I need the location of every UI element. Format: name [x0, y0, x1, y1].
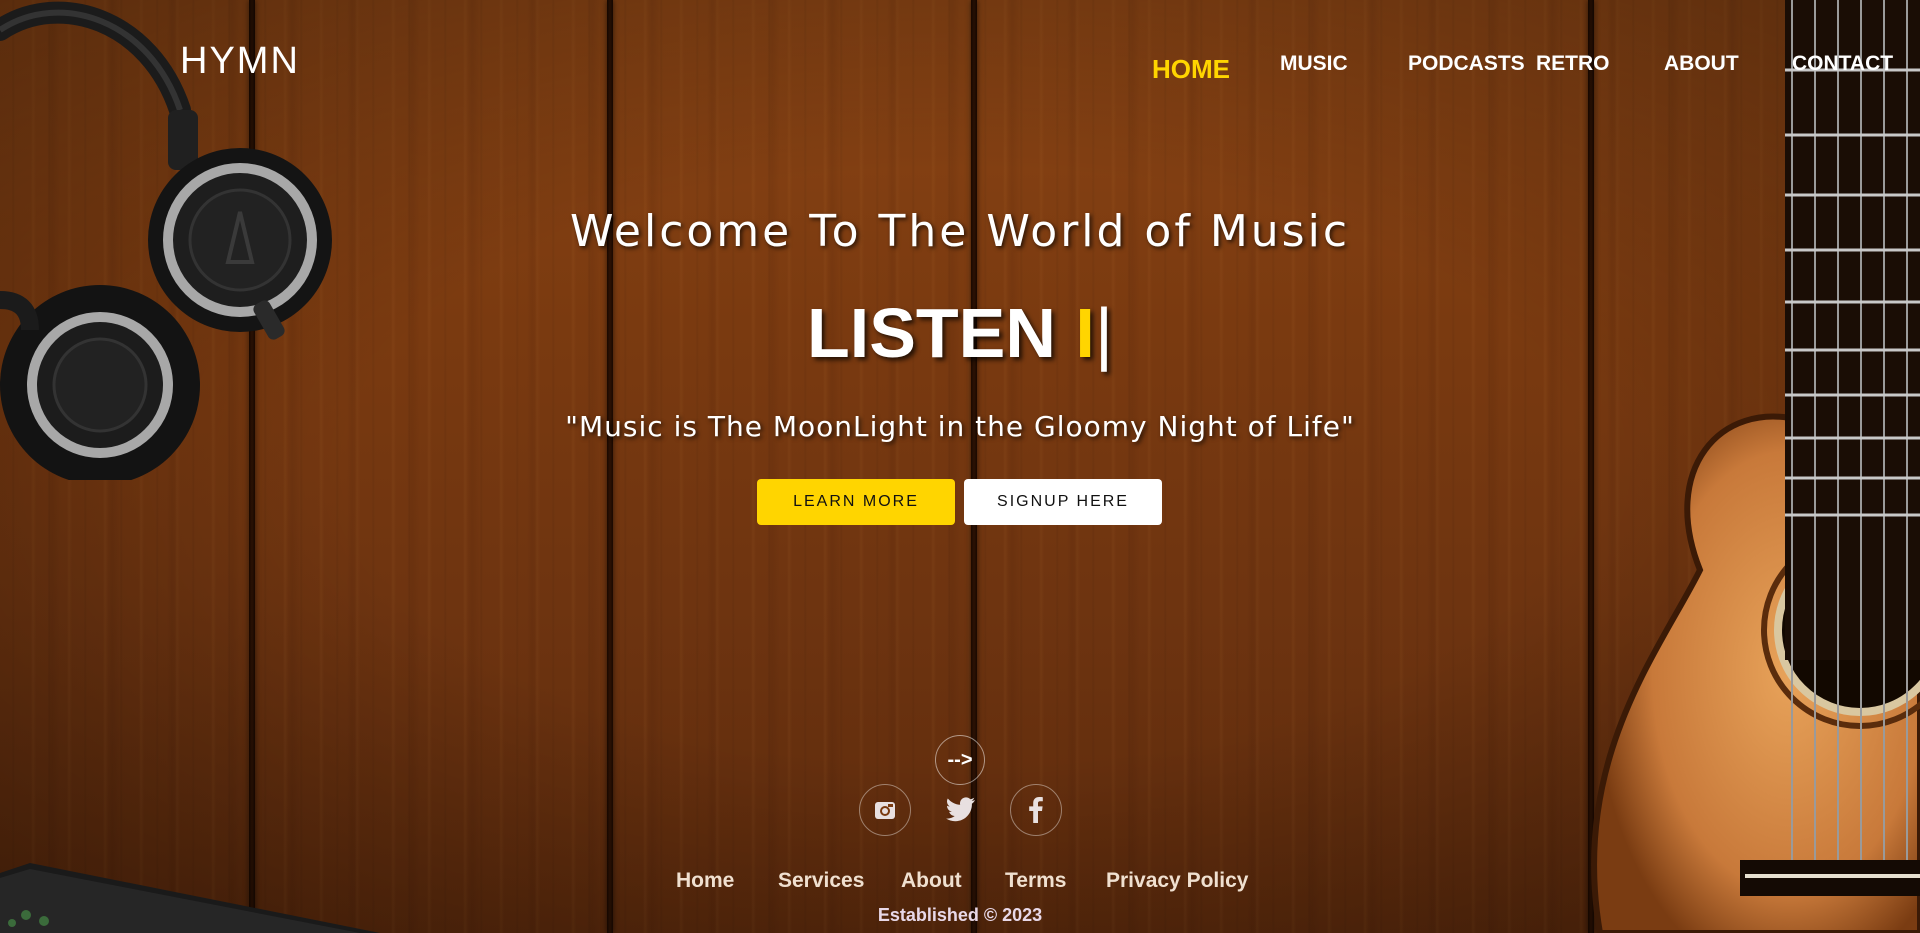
learn-more-button[interactable]: LEARN MORE: [757, 479, 955, 525]
footer-link-privacy-policy[interactable]: Privacy Policy: [1106, 869, 1248, 893]
hero-listen-heading: LISTEN I|: [0, 293, 1920, 373]
nav-about[interactable]: ABOUT: [1664, 52, 1739, 76]
nav-music[interactable]: MUSIC: [1280, 52, 1348, 76]
twitter-link[interactable]: [935, 784, 987, 836]
plank-divider: [607, 0, 613, 933]
instagram-icon: [875, 802, 895, 819]
twitter-icon: [946, 797, 975, 822]
guitar-image: [1590, 0, 1920, 933]
nav-podcasts[interactable]: PODCASTS: [1408, 52, 1525, 76]
footer-link-terms[interactable]: Terms: [1005, 869, 1066, 893]
footer-link-about[interactable]: About: [901, 869, 962, 893]
nav-home[interactable]: HOME: [1152, 54, 1230, 85]
signup-button[interactable]: SIGNUP HERE: [964, 479, 1162, 525]
footer-link-home[interactable]: Home: [676, 869, 734, 893]
arrow-button[interactable]: -->: [935, 735, 985, 785]
established-notice: Established © 2023: [877, 905, 1043, 925]
brand-logo[interactable]: HYMN: [180, 40, 300, 83]
facebook-link[interactable]: [1010, 784, 1062, 836]
nav-retro[interactable]: RETRO: [1536, 52, 1610, 76]
instagram-link[interactable]: [859, 784, 911, 836]
hero-title: Welcome To The World of Music: [569, 206, 1351, 257]
hero-quote: "Music is The MoonLight in the Gloomy Ni…: [565, 410, 1355, 443]
listen-word: LISTEN: [807, 294, 1056, 372]
footer-link-services[interactable]: Services: [778, 869, 864, 893]
typing-caret: |: [1094, 294, 1113, 372]
facebook-icon: [1029, 797, 1043, 823]
nav-contact[interactable]: CONTACT: [1792, 52, 1893, 76]
listen-typed-accent: I: [1075, 294, 1095, 372]
